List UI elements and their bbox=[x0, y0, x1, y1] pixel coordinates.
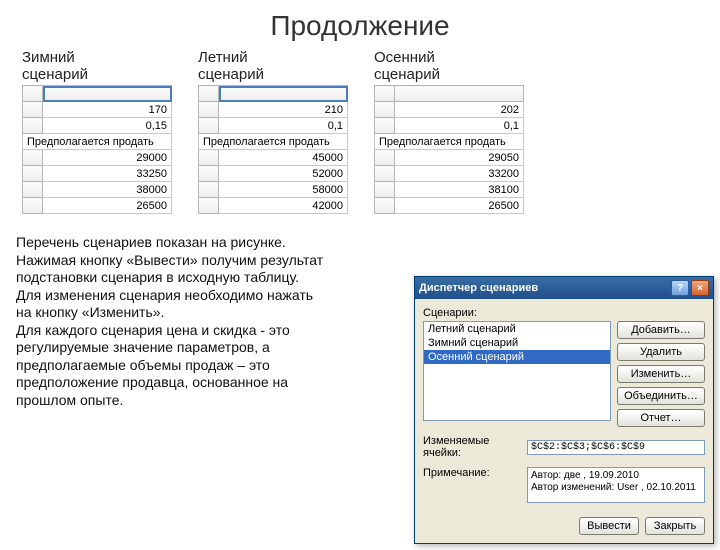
cell bbox=[219, 86, 348, 102]
excel-snippet: 202 0,1 Предполагается продать 29050 332… bbox=[374, 85, 524, 214]
cell: Предполагается продать bbox=[199, 134, 348, 150]
scenario-summer: Летний сценарий 210 0,1 Предполагается п… bbox=[198, 50, 348, 214]
cell: 202 bbox=[395, 102, 524, 118]
scenario-row: Зимний сценарий 170 0,15 Предполагается … bbox=[0, 50, 720, 214]
scenarios-listbox[interactable]: Летний сценарий Зимний сценарий Осенний … bbox=[423, 321, 611, 421]
note-box: Автор: две , 19.09.2010 Автор изменений:… bbox=[527, 467, 705, 503]
cell: 42000 bbox=[219, 198, 348, 214]
cell bbox=[395, 86, 524, 102]
cell: 45000 bbox=[219, 150, 348, 166]
list-item[interactable]: Осенний сценарий bbox=[424, 350, 610, 364]
cell: 0,15 bbox=[43, 118, 172, 134]
cell: 0,1 bbox=[395, 118, 524, 134]
excel-snippet: 210 0,1 Предполагается продать 45000 520… bbox=[198, 85, 348, 214]
dialog-titlebar[interactable]: Диспетчер сценариев ? × bbox=[415, 277, 713, 299]
changing-cells-value: $C$2:$C$3;$C$6:$C$9 bbox=[527, 440, 705, 455]
cell: 29050 bbox=[395, 150, 524, 166]
excel-snippet: 170 0,15 Предполагается продать 29000 33… bbox=[22, 85, 172, 214]
scenario-winter: Зимний сценарий 170 0,15 Предполагается … bbox=[22, 50, 172, 214]
help-icon[interactable]: ? bbox=[671, 280, 689, 296]
cell: Предполагается продать bbox=[23, 134, 172, 150]
cell: 210 bbox=[219, 102, 348, 118]
cell: 33250 bbox=[43, 166, 172, 182]
cell: Предполагается продать bbox=[375, 134, 524, 150]
cell: 29000 bbox=[43, 150, 172, 166]
scenario-label: Осенний сценарий bbox=[374, 50, 524, 83]
cell: 26500 bbox=[43, 198, 172, 214]
cell: 38000 bbox=[43, 182, 172, 198]
scenarios-list-label: Сценарии: bbox=[423, 307, 705, 319]
edit-button[interactable]: Изменить… bbox=[617, 365, 705, 383]
merge-button[interactable]: Объединить… bbox=[617, 387, 705, 405]
scenario-label: Зимний сценарий bbox=[22, 50, 172, 83]
add-button[interactable]: Добавить… bbox=[617, 321, 705, 339]
cell: 38100 bbox=[395, 182, 524, 198]
cell: 33200 bbox=[395, 166, 524, 182]
cell: 52000 bbox=[219, 166, 348, 182]
close-button[interactable]: Закрыть bbox=[645, 517, 705, 535]
close-icon[interactable]: × bbox=[691, 280, 709, 296]
list-item[interactable]: Зимний сценарий bbox=[424, 336, 610, 350]
cell: 170 bbox=[43, 102, 172, 118]
cell: 58000 bbox=[219, 182, 348, 198]
changing-cells-label: Изменяемые ячейки: bbox=[423, 435, 523, 459]
list-item[interactable]: Летний сценарий bbox=[424, 322, 610, 336]
output-button[interactable]: Вывести bbox=[579, 517, 639, 535]
scenario-autumn: Осенний сценарий 202 0,1 Предполагается … bbox=[374, 50, 524, 214]
note-label: Примечание: bbox=[423, 467, 523, 479]
scenario-manager-dialog: Диспетчер сценариев ? × Сценарии: Летний… bbox=[414, 276, 714, 544]
delete-button[interactable]: Удалить bbox=[617, 343, 705, 361]
cell: 26500 bbox=[395, 198, 524, 214]
dialog-title: Диспетчер сценариев bbox=[419, 282, 538, 294]
report-button[interactable]: Отчет… bbox=[617, 409, 705, 427]
page-title: Продолжение bbox=[0, 10, 720, 42]
cell: 0,1 bbox=[219, 118, 348, 134]
cell bbox=[43, 86, 172, 102]
scenario-label: Летний сценарий bbox=[198, 50, 348, 83]
